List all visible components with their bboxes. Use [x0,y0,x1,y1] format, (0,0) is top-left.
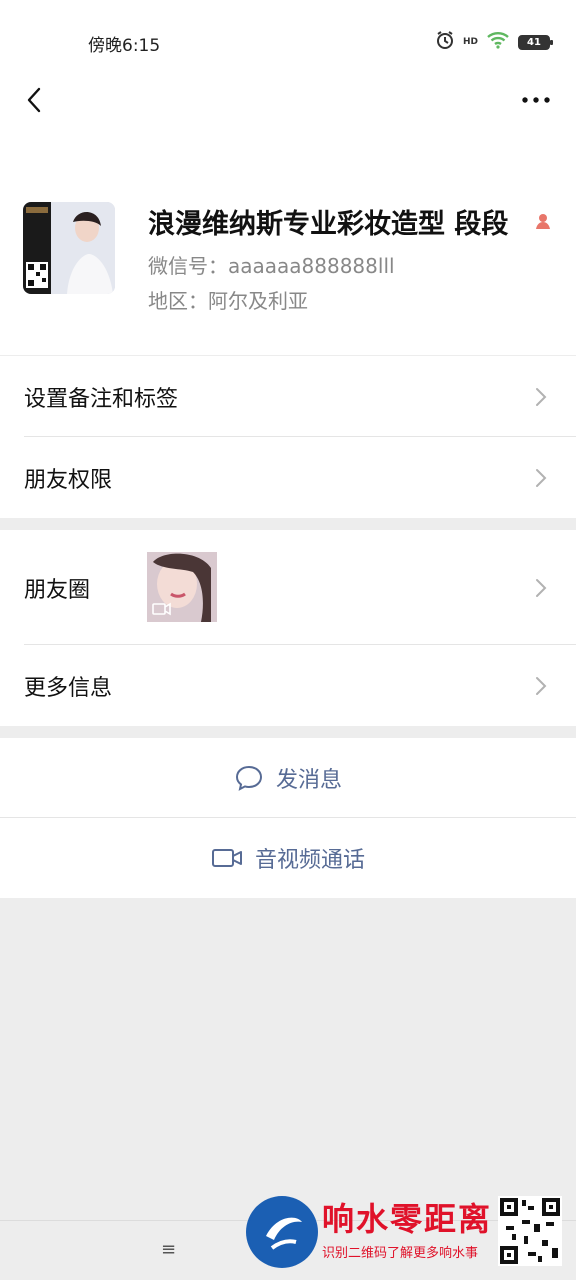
video-call-button[interactable]: 音视频通话 [0,818,576,898]
region: 地区：阿尔及利亚 [148,289,308,313]
moments-label: 朋友圈 [24,577,91,603]
video-call-label: 音视频通话 [254,848,365,873]
chevron-right-icon [536,468,547,487]
more-info-label: 更多信息 [24,675,113,701]
chevron-right-icon [536,676,547,695]
wechat-id: 微信号：aaaaaa888888lll [148,254,395,278]
nickname: 浪漫维纳斯专业彩妆造型 段段 [148,209,509,240]
send-message-label: 发消息 [275,768,342,793]
more-dots-icon [522,97,550,103]
gender-female-icon [534,212,552,234]
watermark-logo [246,1196,318,1268]
remark-tags-row[interactable]: 设置备注和标签 [0,356,576,437]
watermark-qr-code [498,1196,562,1266]
moments-thumbnail[interactable] [147,552,217,622]
watermark-subtitle: 识别二维码了解更多响水事 [322,1246,479,1261]
back-button[interactable] [14,80,54,120]
info-group: 朋友圈 更多信息 [0,530,576,726]
friend-permissions-label: 朋友权限 [24,467,113,493]
status-time: 傍晚6:15 [88,36,161,56]
chevron-right-icon [536,387,547,406]
actions-group: 发消息 音视频通话 [0,738,576,898]
avatar[interactable] [23,202,115,294]
chat-bubble-icon [235,765,262,791]
settings-group: 设置备注和标签 朋友权限 [0,356,576,518]
watermark: 响水零距离 识别二维码了解更多响水事 [246,1192,566,1272]
more-info-row[interactable]: 更多信息 [0,645,576,726]
status-icons: HD 41 [435,30,553,54]
remark-tags-label: 设置备注和标签 [24,386,179,412]
hd-signal-icon: HD [462,36,478,47]
video-camera-icon [211,849,242,867]
chevron-right-icon [536,578,547,597]
watermark-title: 响水零距离 [322,1200,493,1238]
menu-icon[interactable]: ≡ [161,1239,176,1260]
battery-icon: 41 [518,34,553,50]
wifi-icon [486,31,510,53]
send-message-button[interactable]: 发消息 [0,738,576,818]
top-nav [0,80,576,162]
chevron-left-icon [27,87,41,113]
moments-row[interactable]: 朋友圈 [0,530,576,645]
profile-card: 浪漫维纳斯专业彩妆造型 段段 微信号：aaaaaa888888lll 地区：阿尔… [0,162,576,355]
more-button[interactable] [518,80,554,120]
hd-label: HD [462,36,478,47]
status-bar: 傍晚6:15 HD 41 [0,0,576,80]
alarm-icon [435,30,455,54]
friend-permissions-row[interactable]: 朋友权限 [0,437,576,518]
